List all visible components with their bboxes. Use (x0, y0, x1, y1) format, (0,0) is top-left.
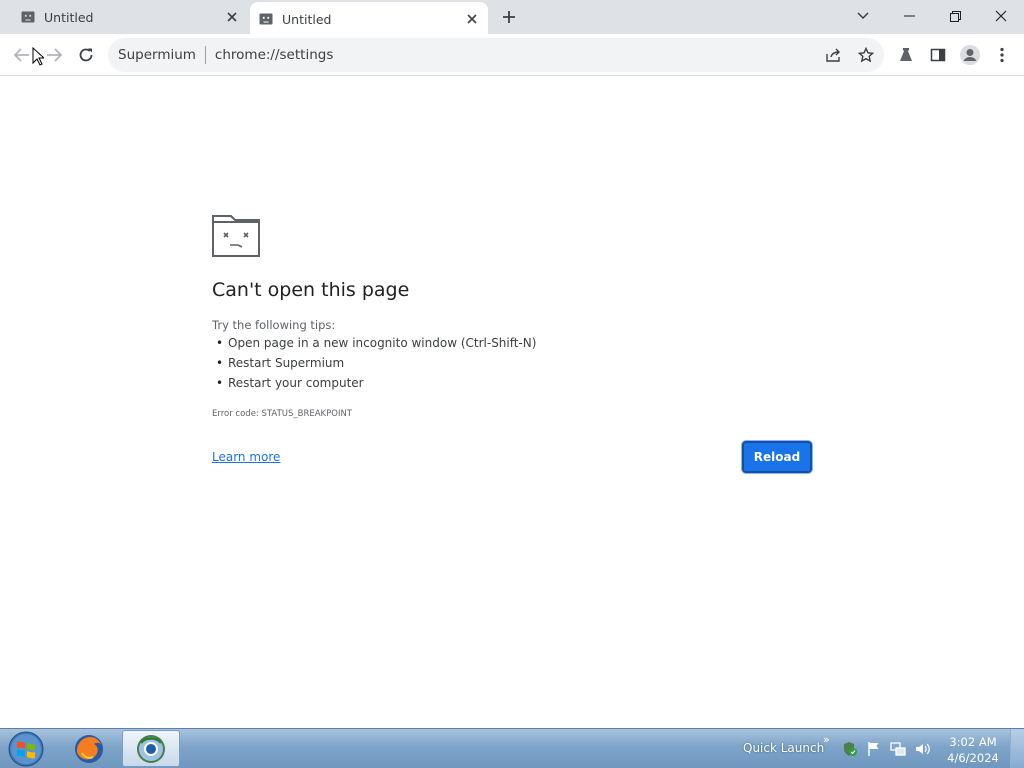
more-menu-icon[interactable] (988, 41, 1016, 69)
tab-untitled-2[interactable]: Untitled (250, 2, 488, 36)
close-tab-icon[interactable] (222, 7, 242, 27)
security-shield-icon[interactable] (842, 741, 858, 757)
close-tab-icon[interactable] (462, 9, 482, 29)
network-icon[interactable] (890, 741, 906, 757)
quick-launch-chevron-icon[interactable]: » (823, 733, 830, 746)
supermium-icon (137, 734, 165, 763)
tab-untitled-1[interactable]: Untitled (12, 0, 248, 34)
bookmark-star-icon[interactable] (852, 41, 880, 69)
taskbar: Quick Launch » 3:02 AM 4/6/2024 (0, 728, 1024, 768)
address-bar[interactable]: Supermium chrome://settings (108, 38, 884, 72)
clock-date: 4/6/2024 (947, 751, 999, 765)
forward-button[interactable] (40, 41, 68, 69)
site-label: Supermium (118, 47, 196, 63)
error-title: Can't open this page (212, 279, 410, 301)
toolbar: Supermium chrome://settings (0, 34, 1024, 76)
show-desktop-button[interactable] (1010, 729, 1024, 768)
supermium-taskbar-button[interactable] (122, 730, 180, 767)
close-window-button[interactable] (978, 0, 1024, 32)
reload-button[interactable]: Reload (742, 441, 812, 473)
url-text: chrome://settings (214, 47, 334, 63)
tips-list: Open page in a new incognito window (Ctr… (216, 333, 536, 393)
tab-search-button[interactable] (840, 0, 886, 32)
clock-time: 3:02 AM (949, 735, 997, 749)
reload-icon[interactable] (72, 41, 100, 69)
new-tab-button[interactable] (498, 6, 520, 28)
tab-title: Untitled (282, 11, 332, 27)
side-panel-icon[interactable] (924, 41, 952, 69)
tab-strip: Untitled Untitled (0, 0, 1024, 36)
tip-item: Restart Supermium (216, 353, 536, 373)
error-page: Can't open this page Try the following t… (0, 77, 1024, 728)
action-center-flag-icon[interactable] (866, 741, 882, 757)
tab-title: Untitled (44, 9, 94, 25)
sad-page-icon (259, 13, 273, 25)
screen: Untitled Untitled Supermium chrome://set… (0, 0, 1024, 768)
mouse-cursor-icon (32, 46, 46, 67)
tip-item: Restart your computer (216, 373, 536, 393)
restore-button[interactable] (932, 0, 978, 32)
profile-avatar-icon[interactable] (956, 41, 984, 69)
divider (204, 46, 206, 64)
sad-folder-icon (212, 215, 260, 257)
clock[interactable]: 3:02 AM 4/6/2024 (944, 734, 1002, 766)
firefox-icon (75, 734, 103, 763)
volume-icon[interactable] (914, 741, 930, 757)
share-icon[interactable] (820, 41, 848, 69)
error-code: Error code: STATUS_BREAKPOINT (212, 409, 352, 419)
tips-heading: Try the following tips: (212, 318, 336, 332)
learn-more-link[interactable]: Learn more (212, 450, 280, 464)
minimize-button[interactable] (886, 0, 932, 32)
tip-item: Open page in a new incognito window (Ctr… (216, 333, 536, 353)
start-button[interactable] (6, 731, 46, 767)
extensions-icon[interactable] (892, 41, 920, 69)
quick-launch-label[interactable]: Quick Launch (743, 741, 824, 755)
firefox-taskbar-button[interactable] (60, 730, 118, 767)
sad-page-icon (21, 11, 35, 23)
